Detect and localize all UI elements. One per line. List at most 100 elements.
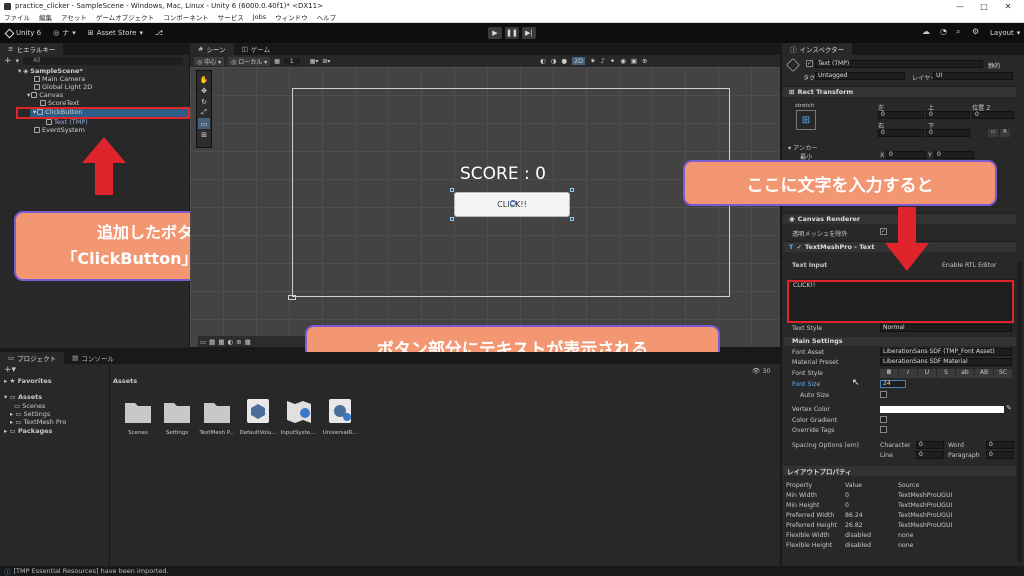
object-name-field[interactable]: Text (TMP) xyxy=(815,60,983,68)
italic-button[interactable]: I xyxy=(899,369,917,378)
favorites-foldout[interactable]: ▸ ★ Favorites xyxy=(4,377,52,385)
scene-viewport[interactable]: SCORE : 0 CLICK!! xyxy=(190,67,780,347)
input-actions-icon[interactable] xyxy=(283,397,313,425)
packages-foldout[interactable]: ▸ ▭ Packages xyxy=(4,427,52,435)
folder-icon[interactable] xyxy=(123,397,153,425)
anchor-handle[interactable] xyxy=(288,295,296,300)
status-message[interactable]: [TMP Essential Resources] have been impo… xyxy=(14,567,169,575)
line-field[interactable]: 0 xyxy=(916,451,944,459)
rect-snap-icon[interactable]: ▭ xyxy=(200,338,206,346)
menu-services[interactable]: サービス xyxy=(218,12,244,22)
hierarchy-item-main-camera[interactable]: Main Camera xyxy=(34,75,85,83)
close-button[interactable]: ✕ xyxy=(996,0,1020,12)
menu-component[interactable]: コンポーネント xyxy=(163,12,209,22)
grid-icon[interactable]: ▦ xyxy=(245,338,251,346)
top-field[interactable]: 0 xyxy=(926,111,970,119)
menu-jobs[interactable]: Jobs xyxy=(253,13,266,21)
anchors-foldout[interactable]: ▾ アンカー xyxy=(788,143,818,152)
add-icon[interactable]: + xyxy=(4,56,12,66)
pivot-dropdown[interactable]: ◎ 中心 ▾ xyxy=(194,56,225,66)
camera-icon[interactable]: ▣ xyxy=(631,57,637,65)
gizmos-icon[interactable]: ⊕ xyxy=(642,57,647,65)
static-label[interactable]: 静的 xyxy=(988,61,1000,70)
layout-properties-header[interactable]: レイアウトプロパティ xyxy=(783,466,1016,476)
folder-icon[interactable] xyxy=(202,397,232,425)
layer-dropdown[interactable]: UI xyxy=(933,72,1013,80)
mode-2d-button[interactable]: 2D xyxy=(572,57,586,65)
rect-handle[interactable] xyxy=(450,217,454,221)
maximize-button[interactable]: □ xyxy=(972,0,996,12)
play-button[interactable]: ▶ xyxy=(488,27,502,39)
snap-toggle-icon[interactable]: ⊞▾ xyxy=(322,58,330,65)
visibility-icon[interactable]: ◉ xyxy=(620,57,626,65)
unity-account-button[interactable]: Unity 6 xyxy=(0,26,47,40)
strikethrough-button[interactable]: S xyxy=(937,369,955,378)
sphere-icon[interactable]: ◐ xyxy=(227,338,233,346)
search-icon[interactable]: ⌕ xyxy=(956,27,960,37)
space-dropdown[interactable]: ◎ ローカル ▾ xyxy=(228,56,271,66)
rect-transform-header[interactable]: ⊞ Rect Transform xyxy=(783,86,1016,97)
rotate-tool-icon[interactable]: ↻ xyxy=(198,96,210,107)
rect-tool-icon[interactable]: ▭ xyxy=(198,118,210,129)
word-field[interactable]: 0 xyxy=(986,441,1014,449)
hierarchy-item-eventsystem[interactable]: EventSystem xyxy=(34,126,85,134)
project-breadcrumb[interactable]: Assets xyxy=(113,377,137,385)
blueprint-mode-button[interactable]: ▭ xyxy=(988,129,998,137)
min-x-field[interactable]: 0 xyxy=(886,151,926,159)
tab-project[interactable]: ▭ プロジェクト xyxy=(0,352,65,364)
volume-asset-icon[interactable] xyxy=(243,397,273,425)
font-size-field[interactable]: 24 xyxy=(880,380,906,388)
rect-handle[interactable] xyxy=(570,217,574,221)
tmp-enabled-checkbox[interactable]: ✓ xyxy=(796,243,801,251)
active-checkbox[interactable]: ✓ xyxy=(806,60,813,67)
add-asset-button[interactable]: +▾ xyxy=(4,365,16,375)
effects-icon[interactable]: ✦ xyxy=(610,57,615,65)
grid-toggle-icon[interactable]: ▦▾ xyxy=(310,58,319,65)
paragraph-field[interactable]: 0 xyxy=(986,451,1014,459)
sphere-icon[interactable]: ● xyxy=(561,57,567,65)
notifications-icon[interactable]: ◔ xyxy=(940,27,947,36)
hierarchy-item-global-light[interactable]: Global Light 2D xyxy=(34,83,92,91)
score-text-label[interactable]: SCORE : 0 xyxy=(460,164,546,184)
character-field[interactable]: 0 xyxy=(916,441,944,449)
uppercase-button[interactable]: AB xyxy=(975,369,993,378)
hand-tool-icon[interactable]: ✋ xyxy=(198,74,210,85)
vertex-color-swatch[interactable] xyxy=(880,406,1004,413)
render-pipeline-icon[interactable] xyxy=(325,397,355,425)
hierarchy-search-input[interactable]: All xyxy=(23,57,184,65)
raw-edit-button[interactable]: R xyxy=(1000,129,1010,137)
left-field[interactable]: 0 xyxy=(878,111,924,119)
menu-gameobject[interactable]: ゲームオブジェクト xyxy=(96,12,154,22)
rect-handle[interactable] xyxy=(570,188,574,192)
cloud-icon[interactable]: ☁ xyxy=(922,27,930,36)
menu-window[interactable]: ウィンドウ xyxy=(275,12,308,22)
chevron-down-icon[interactable]: ▾ xyxy=(16,57,20,65)
text-style-dropdown[interactable]: Normal xyxy=(880,324,1012,332)
assets-child-scenes[interactable]: ▭ Scenes xyxy=(14,402,45,410)
eyedropper-icon[interactable]: ✎ xyxy=(1006,404,1012,412)
material-preset-dropdown[interactable]: LiberationSans SDF Material xyxy=(880,358,1012,366)
min-y-field[interactable]: 0 xyxy=(934,151,974,159)
menu-help[interactable]: ヘルプ xyxy=(317,12,337,22)
enable-rtl-label[interactable]: Enable RTL Editor xyxy=(942,262,996,269)
pivot-icon[interactable]: ⊕ xyxy=(236,338,241,346)
menu-assets[interactable]: アセット xyxy=(61,12,87,22)
assets-foldout[interactable]: ▾ ▭ Assets xyxy=(4,393,42,401)
posz-field[interactable]: 0 xyxy=(972,111,1014,119)
auto-size-checkbox[interactable] xyxy=(880,391,887,398)
settings-gear-icon[interactable]: ⚙ xyxy=(972,27,979,36)
tag-dropdown[interactable]: Untagged xyxy=(815,72,905,80)
underline-button[interactable]: U xyxy=(918,369,936,378)
tab-console[interactable]: ▤ コンソール xyxy=(64,352,122,364)
font-asset-field[interactable]: LiberationSans SDF (TMP_Font Asset) xyxy=(880,348,1012,356)
transform-tool-icon[interactable]: ⊞ xyxy=(198,129,210,140)
assets-child-settings[interactable]: ▸ ▭ Settings xyxy=(10,410,50,418)
tab-scene[interactable]: # シーン xyxy=(190,43,234,55)
tab-inspector[interactable]: ⓘ インスペクター xyxy=(782,43,853,55)
version-control-icon[interactable]: ⎇ xyxy=(149,26,169,40)
shading-icon[interactable]: ◐ xyxy=(540,57,546,65)
right-field[interactable]: 0 xyxy=(878,129,924,137)
tab-game[interactable]: ◫ ゲーム xyxy=(234,43,278,55)
bottom-field[interactable]: 0 xyxy=(926,129,970,137)
snap-value[interactable]: 1 xyxy=(283,57,300,65)
